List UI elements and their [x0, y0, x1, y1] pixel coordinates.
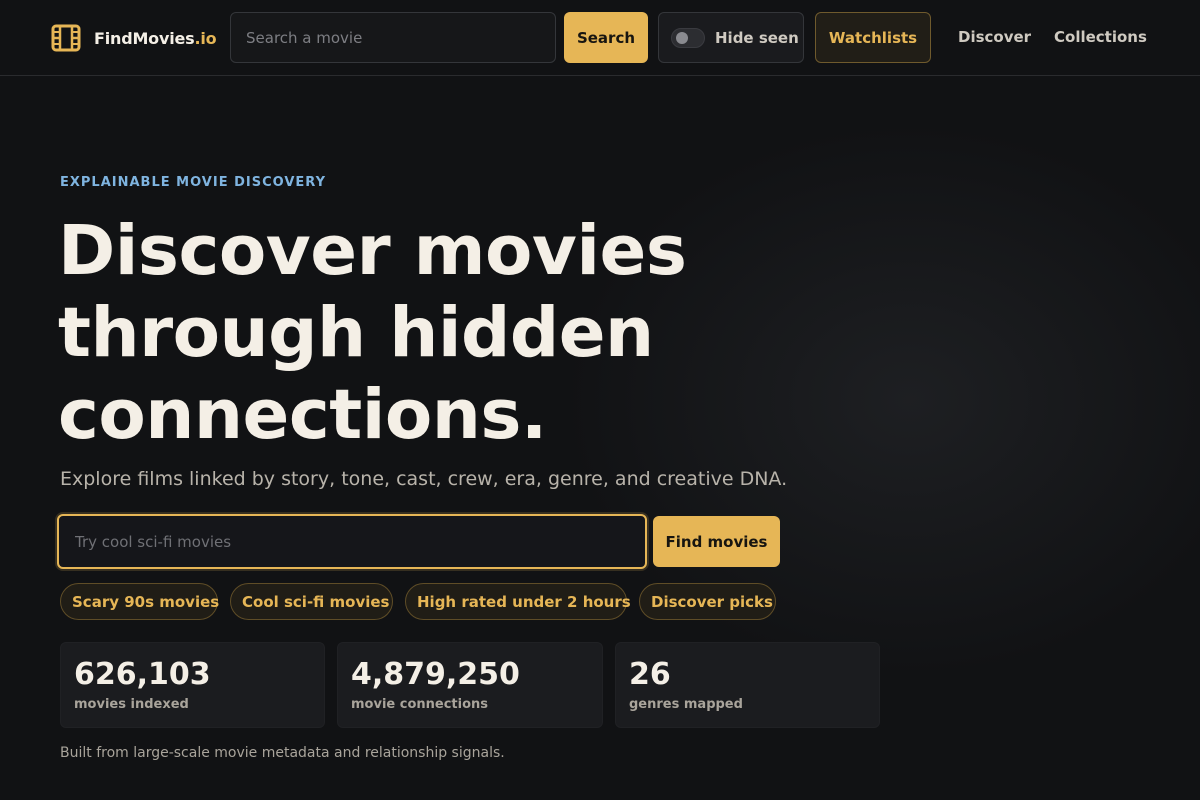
- top-nav-bar: FindMovies.io Search Hide seen Watchlist…: [0, 0, 1200, 76]
- headline-line: connections.: [58, 375, 547, 455]
- stat-card-connections: 4,879,250 movie connections: [337, 642, 603, 728]
- stat-card-genres: 26 genres mapped: [615, 642, 880, 728]
- headline-line: Discover movies: [58, 211, 687, 291]
- movie-search-input[interactable]: [230, 12, 556, 63]
- footnote: Built from large-scale movie metadata an…: [60, 745, 505, 761]
- toggle-switch[interactable]: [671, 27, 705, 48]
- find-movies-button[interactable]: Find movies: [653, 516, 780, 567]
- search-button[interactable]: Search: [564, 12, 648, 63]
- suggestion-chip-scary-90s[interactable]: Scary 90s movies: [60, 583, 219, 620]
- toggle-knob: [676, 31, 688, 44]
- eyebrow-label: EXPLAINABLE MOVIE DISCOVERY: [60, 175, 326, 190]
- discovery-query-input[interactable]: [57, 514, 647, 569]
- logo-text: FindMovies.io: [94, 28, 217, 48]
- stat-label: movie connections: [351, 697, 489, 712]
- stat-value: 4,879,250: [351, 657, 520, 692]
- hide-seen-toggle[interactable]: Hide seen: [658, 12, 804, 63]
- nav-link-discover[interactable]: Discover: [958, 28, 1031, 46]
- watchlists-button[interactable]: Watchlists: [815, 12, 931, 63]
- stat-card-movies: 626,103 movies indexed: [60, 642, 325, 728]
- hero-subhead: Explore films linked by story, tone, cas…: [60, 468, 788, 490]
- hide-seen-label: Hide seen: [715, 28, 799, 47]
- stat-label: movies indexed: [74, 697, 189, 712]
- suggestion-chip-cool-sci-fi[interactable]: Cool sci-fi movies: [230, 583, 393, 620]
- stat-value: 626,103: [74, 657, 211, 692]
- nav-link-collections[interactable]: Collections: [1054, 28, 1147, 46]
- logo-tld: .io: [194, 28, 217, 48]
- suggestion-chip-discover-picks[interactable]: Discover picks: [639, 583, 776, 620]
- logo-name: FindMovies: [94, 28, 195, 48]
- suggestion-chip-high-rated[interactable]: High rated under 2 hours: [405, 583, 631, 620]
- headline-line: through hidden: [58, 293, 654, 373]
- stat-label: genres mapped: [629, 697, 743, 712]
- film-strip-icon: [51, 24, 81, 52]
- stat-value: 26: [629, 657, 671, 692]
- hero-headline: Discover movies through hidden connectio…: [58, 210, 778, 456]
- logo[interactable]: FindMovies.io: [50, 22, 217, 54]
